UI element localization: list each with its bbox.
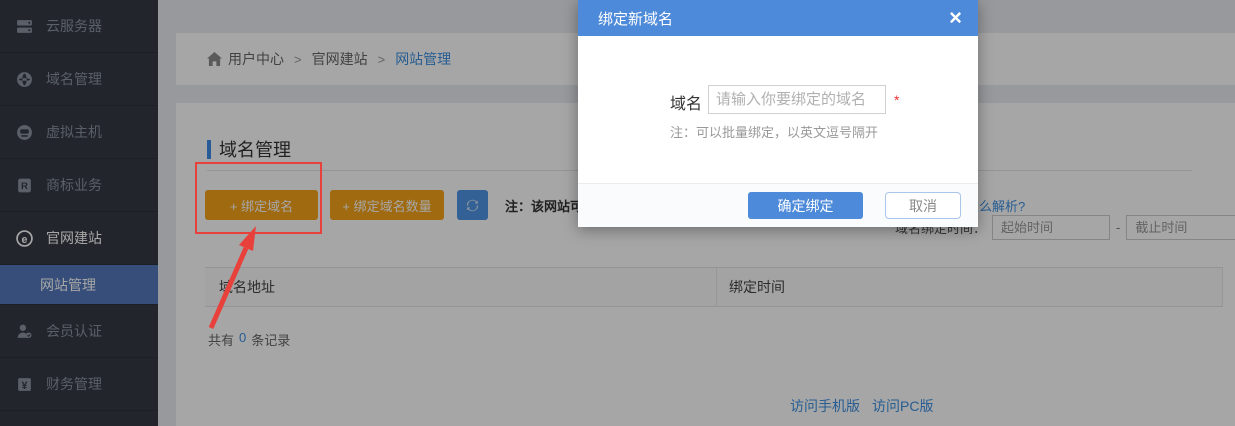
modal-footer: 确定绑定 取消 — [578, 183, 978, 227]
close-icon[interactable]: × — [949, 7, 962, 29]
domain-input[interactable] — [708, 85, 886, 114]
required-asterisk: * — [894, 92, 899, 108]
modal-title: 绑定新域名 — [598, 8, 949, 29]
modal-note-text: 注：可以批量绑定，以英文逗号隔开 — [670, 122, 878, 141]
confirm-bind-button[interactable]: 确定绑定 — [748, 192, 863, 219]
bind-new-domain-modal: 绑定新域名 × 域名 * 注：可以批量绑定，以英文逗号隔开 确定绑定 取消 — [578, 0, 978, 227]
modal-header: 绑定新域名 × — [578, 0, 978, 36]
modal-body: 域名 * 注：可以批量绑定，以英文逗号隔开 — [578, 36, 978, 183]
cancel-button[interactable]: 取消 — [885, 192, 961, 219]
domain-field-label: 域名 — [670, 90, 702, 114]
